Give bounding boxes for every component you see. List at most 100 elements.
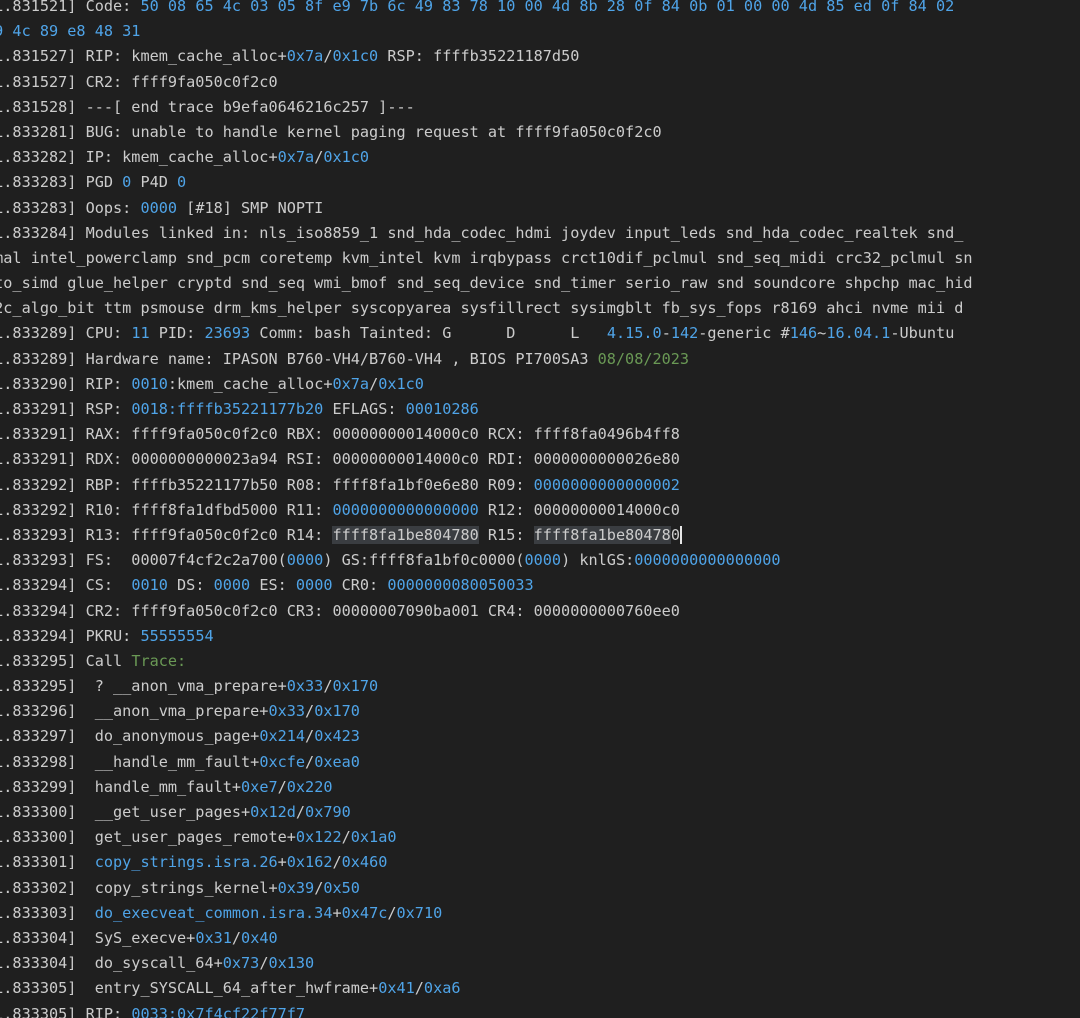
number-token: 0x47c bbox=[341, 903, 388, 922]
number-token: 0xe7 bbox=[241, 777, 278, 796]
log-text: ) knlGS: bbox=[561, 551, 635, 570]
log-line: [1.833294] CR2: ffff9fa050c0f2c0 CR3: 00… bbox=[0, 599, 973, 624]
number-token: 0x1c0 bbox=[323, 148, 370, 167]
number-token: 0x39 bbox=[277, 878, 315, 897]
text-cursor: 0 bbox=[670, 525, 682, 544]
log-text: [1.833304] SyS_execve+ bbox=[0, 928, 196, 947]
log-text: [1.831528] ---[ end trace b9efa0646216c2… bbox=[0, 97, 415, 116]
selected-text: ffff8fa1be80478 bbox=[533, 525, 671, 544]
log-line: [1.833299] handle_mm_fault+0xe7/0x220 bbox=[0, 775, 973, 800]
number-token: 0x12d bbox=[250, 803, 296, 821]
number-token: 0x50 bbox=[323, 878, 360, 897]
log-text: / bbox=[341, 828, 351, 847]
log-line: [1.831521] Code: 50 08 65 4c 03 05 8f e9… bbox=[0, 0, 973, 19]
log-text: [1.833302] copy_strings_kernel+ bbox=[0, 878, 278, 897]
log-text: :kmem_cache_alloc+ bbox=[167, 374, 333, 393]
log-text: [1.833282] IP: kmem_cache_alloc+ bbox=[0, 148, 278, 167]
log-line: [1.833300] __get_user_pages+0x12d/0x790 bbox=[0, 800, 973, 825]
log-text: -Ubuntu bbox=[890, 324, 955, 343]
log-text: [1.833290] RIP: bbox=[0, 374, 123, 393]
number-token: 0x7a bbox=[286, 47, 324, 66]
log-text: / bbox=[387, 903, 397, 922]
number-token: 0xa6 bbox=[423, 979, 461, 998]
log-line: [1.833292] R10: ffff8fa1dfbd5000 R11: 00… bbox=[0, 498, 973, 523]
log-line: [1.833289] CPU: 11 PID: 23693 Comm: bash… bbox=[0, 321, 973, 346]
log-text: -generic # bbox=[698, 324, 790, 343]
log-text: P4D bbox=[131, 173, 178, 192]
log-text: [1.833305] RIP: bbox=[0, 1004, 123, 1018]
log-line: [1.833294] CS: 0010 DS: 0000 ES: 0000 CR… bbox=[0, 573, 973, 598]
number-token: 0xcfe bbox=[259, 752, 306, 771]
number-token: 0000 bbox=[295, 576, 333, 595]
log-text: [1.833283] PGD bbox=[0, 173, 114, 192]
number-token: 0x423 bbox=[314, 727, 360, 746]
log-line: [1.833297] do_anonymous_page+0x214/0x423 bbox=[0, 724, 973, 749]
log-line: [1.831528] ---[ end trace b9efa0646216c2… bbox=[0, 95, 973, 120]
log-text: [1.833296] __anon_vma_prepare+ bbox=[0, 702, 269, 721]
log-text: ~ bbox=[817, 324, 827, 343]
log-line: [1.833305] entry_SYSCALL_64_after_hwfram… bbox=[0, 976, 973, 1001]
log-line: [1.833301] copy_strings.isra.26+0x162/0x… bbox=[0, 850, 973, 875]
number-token: 0 bbox=[177, 173, 187, 192]
number-token: 0x41 bbox=[378, 979, 415, 998]
number-token: 0010 bbox=[131, 374, 168, 393]
log-text: [1.833305] entry_SYSCALL_64_after_hwfram… bbox=[0, 979, 379, 998]
number-token: 0x33 bbox=[286, 677, 324, 696]
number-token: 0x460 bbox=[341, 853, 388, 872]
number-token: 0000 bbox=[140, 198, 178, 217]
log-text: rmal intel_powerclamp snd_pcm coretemp k… bbox=[0, 248, 973, 267]
number-token: 0x40 bbox=[241, 928, 278, 947]
log-text: [1.833300] get_user_pages_remote+ bbox=[0, 828, 296, 847]
log-text: Comm: bash Tainted: G D L bbox=[250, 324, 607, 343]
log-line: [1.833290] RIP: 0010:kmem_cache_alloc+ 0x… bbox=[0, 372, 973, 397]
number-token: 55555554 bbox=[140, 626, 214, 645]
log-line: [1.833291] RAX: ffff9fa050c0f2c0 RBX: 00… bbox=[0, 422, 973, 447]
log-text: / bbox=[295, 803, 306, 821]
number-token: 0xea0 bbox=[314, 752, 360, 771]
log-line: [1.833304] do_syscall_64+0x73/0x130 bbox=[0, 951, 973, 976]
number-token: 16.04.1 bbox=[826, 324, 891, 343]
number-token: 0x1c0 bbox=[378, 374, 424, 393]
log-text: / bbox=[369, 374, 379, 393]
log-line: [1.833283] Oops: 0000 [#18] SMP NOPTI bbox=[0, 196, 973, 221]
number-token: 0000000000000002 bbox=[533, 475, 680, 494]
log-line: [1.833303] do_execveat_common.isra.34+0x… bbox=[0, 901, 973, 926]
number-token: 0000000000000000 bbox=[634, 551, 781, 570]
log-line: [1.833293] R13: ffff9fa050c0f2c0 R14: ff… bbox=[0, 523, 973, 548]
number-token: 0000 bbox=[213, 576, 251, 595]
number-token: 0x790 bbox=[305, 803, 351, 821]
number-token: 0x33 bbox=[268, 702, 306, 721]
number-token: 0000000080050033 bbox=[387, 576, 534, 595]
log-text: / bbox=[332, 853, 342, 872]
log-text: / bbox=[305, 702, 315, 721]
log-line: [1.833293] FS: 00007f4cf2c2a700(0000) GS… bbox=[0, 548, 973, 573]
selected-text: ffff8fa1be804780 bbox=[332, 525, 479, 544]
log-text: [1.833289] CPU: bbox=[0, 324, 123, 343]
log-line: [1.833284] Modules linked in: nls_iso885… bbox=[0, 221, 973, 246]
number-token: copy_strings.isra.26 bbox=[94, 853, 278, 872]
log-line: [1.833295] Call Trace: bbox=[0, 649, 973, 674]
log-text: [1.833291] RAX: ffff9fa050c0f2c0 RBX: 00… bbox=[0, 425, 680, 444]
log-text: [1.833298] __handle_mm_fault+ bbox=[0, 752, 260, 771]
number-token: 0010 bbox=[131, 576, 168, 595]
log-text: [#18] SMP NOPTI bbox=[177, 198, 324, 217]
log-text: i2c_algo_bit ttm psmouse drm_kms_helper … bbox=[0, 299, 964, 318]
log-text: / bbox=[277, 777, 287, 796]
log-line: pto_simd glue_helper cryptd snd_seq wmi_… bbox=[0, 271, 973, 296]
log-line: [1.833302] copy_strings_kernel+0x39/0x50 bbox=[0, 876, 973, 901]
log-text: R15: bbox=[478, 525, 534, 544]
number-token: 0x162 bbox=[286, 853, 333, 872]
terminal-output[interactable]: [1.831521] Code: 50 08 65 4c 03 05 8f e9… bbox=[0, 0, 1080, 1018]
number-token: 0000000000000000 bbox=[332, 500, 479, 519]
number-token: 0x710 bbox=[396, 903, 443, 922]
number-token: 0x214 bbox=[259, 727, 306, 746]
log-text: [1.831521] Code: bbox=[0, 0, 141, 15]
number-token: 0x170 bbox=[314, 702, 360, 721]
green-token: Trace: bbox=[131, 651, 187, 670]
log-line: [1.833283] PGD 0 P4D 0 bbox=[0, 170, 973, 195]
log-text: DS: bbox=[167, 576, 214, 595]
log-text: pto_simd glue_helper cryptd snd_seq wmi_… bbox=[0, 274, 973, 293]
log-text: ES: bbox=[250, 576, 296, 595]
log-lines: [1.831521] Code: 50 08 65 4c 03 05 8f e9… bbox=[0, 0, 973, 1018]
log-text: R12: 00000000014000c0 bbox=[478, 500, 680, 519]
